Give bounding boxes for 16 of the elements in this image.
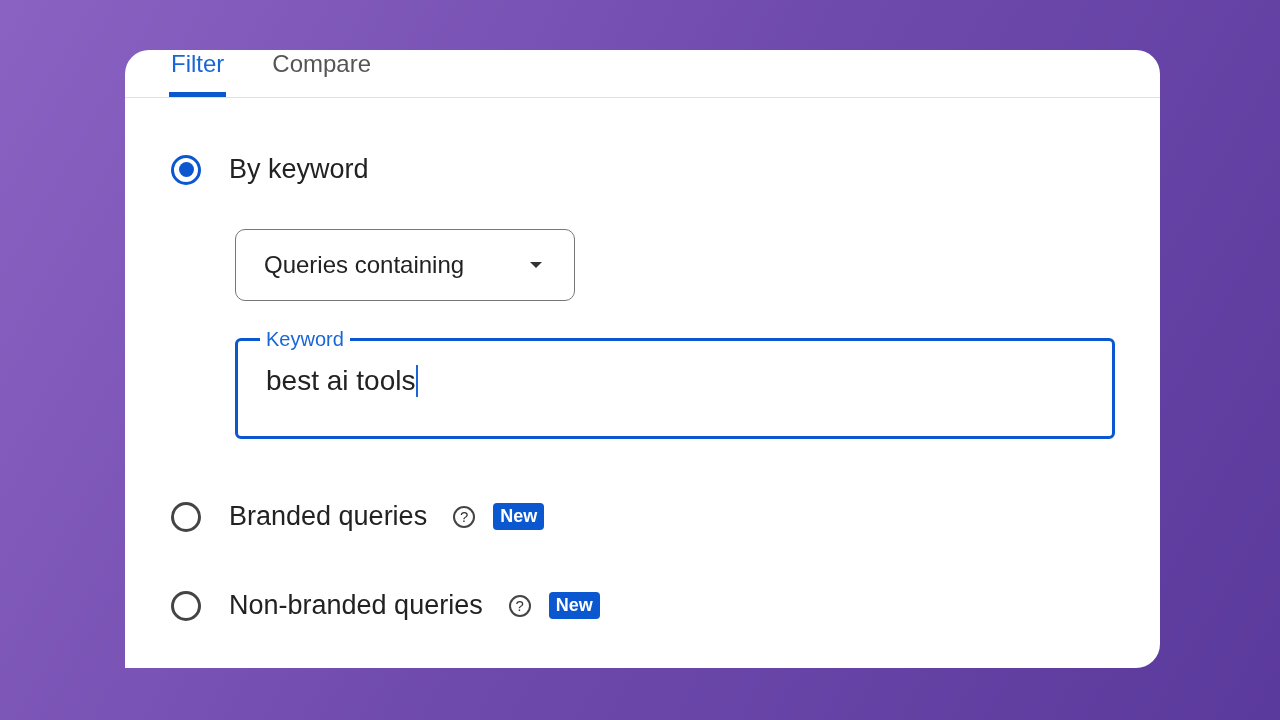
query-type-dropdown[interactable]: Queries containing: [235, 229, 575, 301]
field-value: best ai tools: [266, 365, 1084, 397]
help-icon[interactable]: ?: [453, 505, 476, 528]
tab[interactable]: Compare: [270, 50, 374, 97]
field-label: Keyword: [265, 327, 345, 351]
option-label: By keyword: [229, 154, 369, 185]
tab[interactable]: Filter: [169, 50, 227, 97]
radio-button[interactable]: [171, 501, 201, 532]
option-label: Non-branded queries: [229, 590, 483, 621]
caret-icon: [530, 262, 542, 268]
help-icon[interactable]: ?: [508, 594, 531, 617]
radio-button[interactable]: [171, 154, 201, 185]
new-badge: New: [493, 503, 545, 530]
new-badge: New: [548, 592, 600, 619]
option-label: Branded queries: [229, 501, 428, 532]
radio-button[interactable]: [171, 590, 201, 621]
